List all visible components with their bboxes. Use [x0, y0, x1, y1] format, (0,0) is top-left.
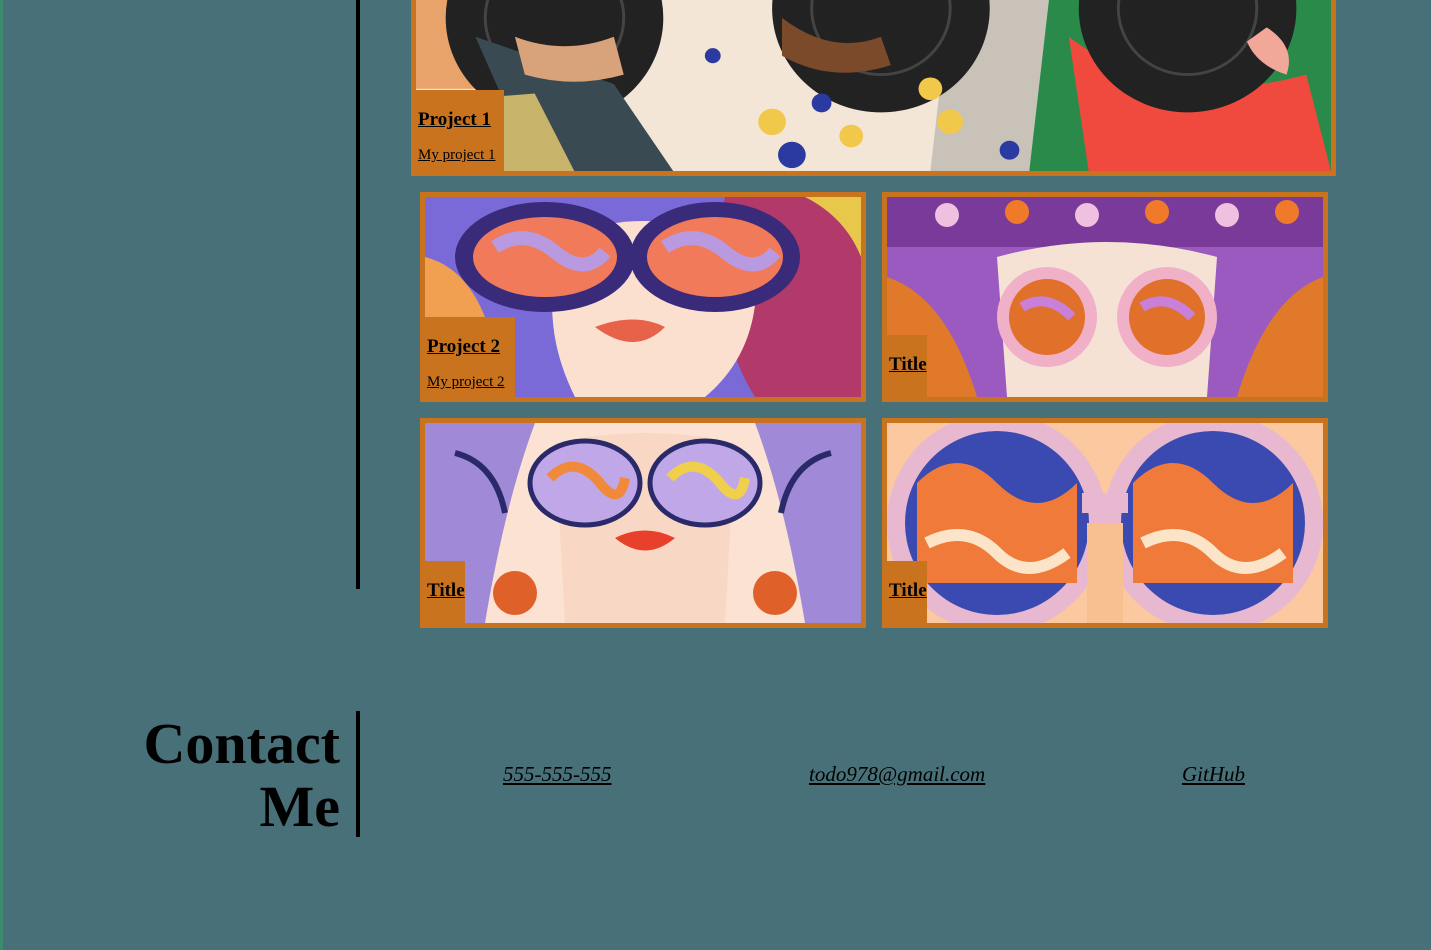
project-caption[interactable]: Title	[887, 561, 927, 623]
project-title[interactable]: Title	[427, 580, 465, 602]
project-card-5[interactable]: Title	[882, 418, 1328, 628]
project-title[interactable]: Title	[889, 580, 927, 602]
project-4-image	[425, 423, 861, 623]
project-subtitle[interactable]: My project 2	[427, 374, 513, 391]
project-caption[interactable]: Project 2 My project 2	[425, 317, 515, 397]
phone-link[interactable]: 555-555-555	[503, 762, 612, 787]
github-link[interactable]: GitHub	[1182, 762, 1245, 787]
contact-heading: Contact Me	[100, 712, 340, 838]
project-3-image	[887, 197, 1323, 397]
project-card-2[interactable]: Project 2 My project 2	[420, 192, 866, 402]
contact-divider-line	[356, 711, 360, 837]
project-5-image	[887, 423, 1323, 623]
contact-heading-line1: Contact	[143, 711, 340, 776]
project-title[interactable]: Project 1	[418, 109, 502, 131]
window-edge	[0, 0, 3, 950]
project-title[interactable]: Project 2	[427, 336, 513, 358]
project-caption[interactable]: Project 1 My project 1	[416, 90, 504, 171]
project-title[interactable]: Title	[889, 354, 927, 376]
contact-heading-line2: Me	[259, 774, 341, 839]
project-card-1[interactable]: Project 1 My project 1	[411, 0, 1336, 176]
project-card-3[interactable]: Title	[882, 192, 1328, 402]
project-1-image	[416, 0, 1331, 171]
project-subtitle[interactable]: My project 1	[418, 147, 502, 164]
project-caption[interactable]: Title	[425, 561, 465, 623]
email-link[interactable]: todo978@gmail.com	[809, 762, 985, 787]
project-card-4[interactable]: Title	[420, 418, 866, 628]
project-caption[interactable]: Title	[887, 335, 927, 397]
divider-line	[356, 0, 360, 589]
